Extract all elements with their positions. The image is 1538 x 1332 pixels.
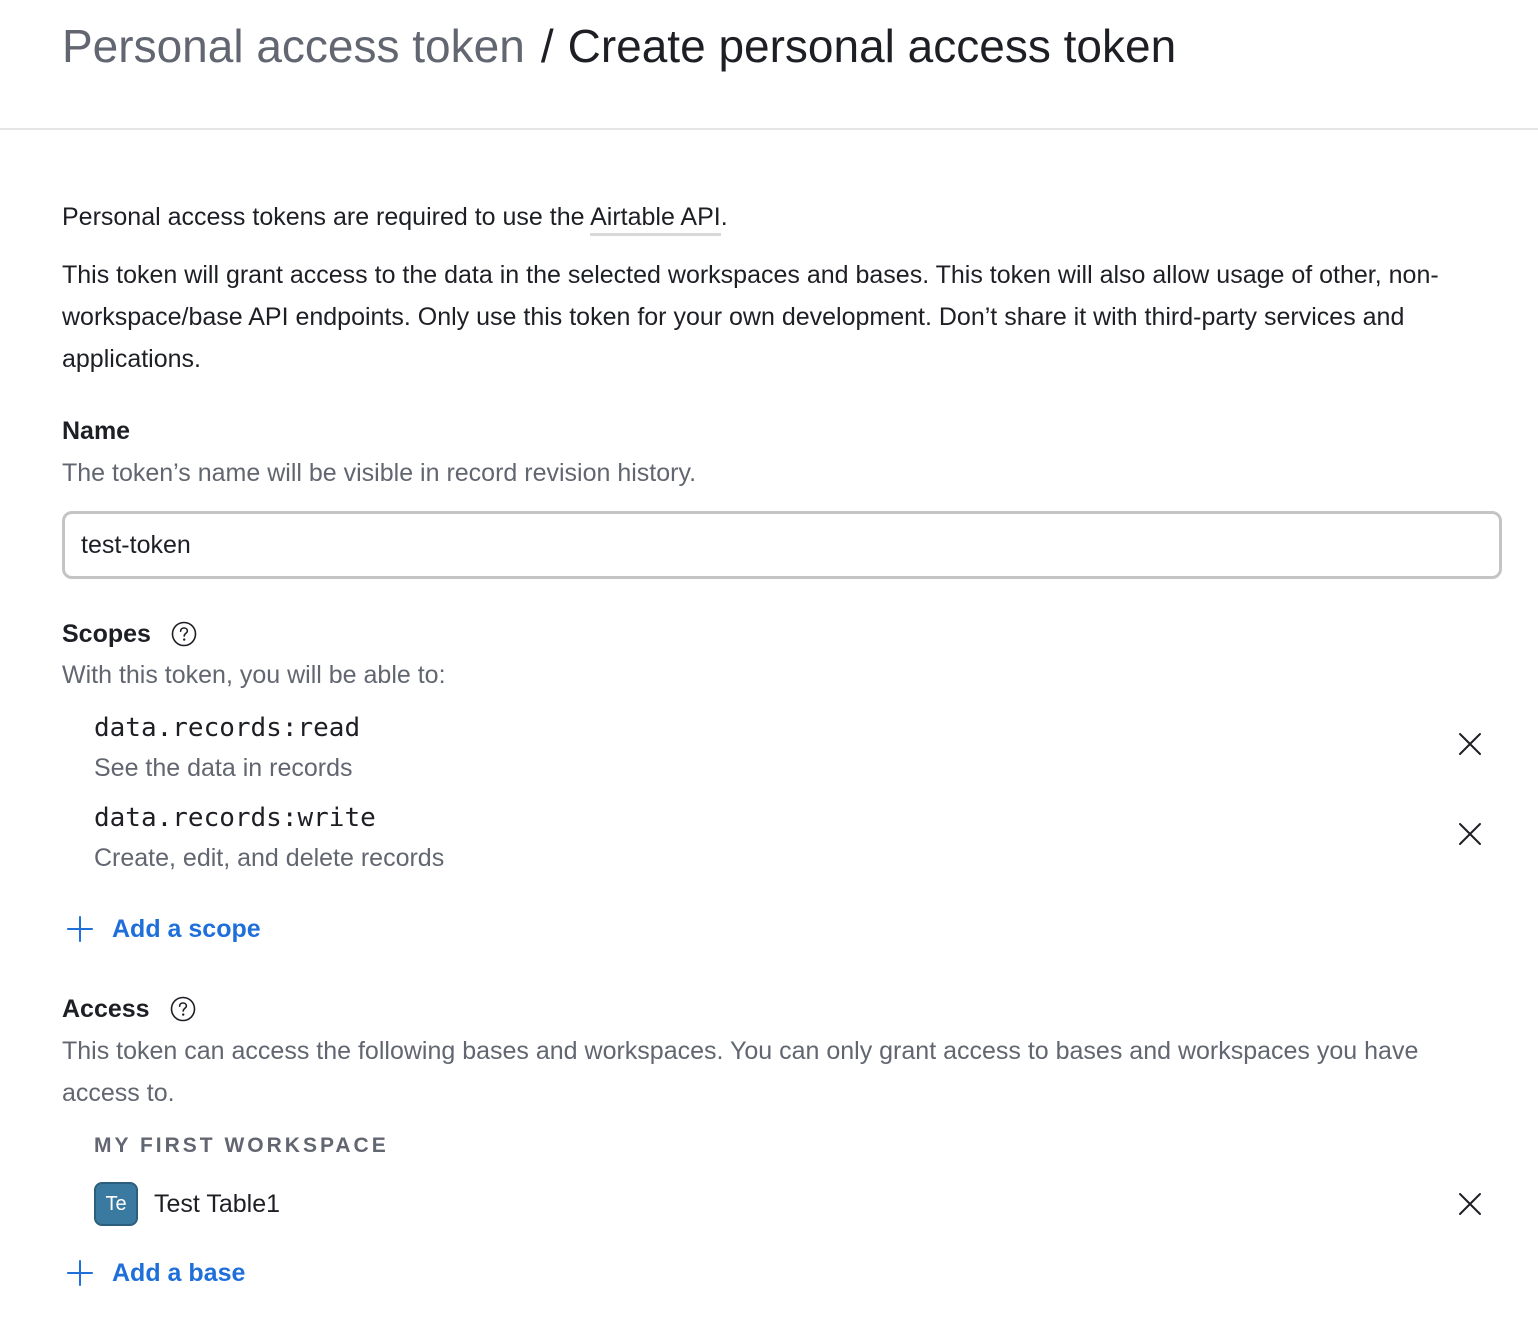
scope-item-write: data.records:write Create, edit, and del… [94,802,1482,882]
intro-prefix: Personal access tokens are required to u… [62,203,591,231]
access-label-text: Access [62,995,150,1023]
breadcrumb-parent-link[interactable]: Personal access token [62,20,525,72]
page-header: Personal access token / Create personal ac… [0,0,1538,130]
token-name-input[interactable] [62,511,1502,579]
add-scope-label: Add a scope [112,915,261,943]
add-base-button[interactable]: Add a base [62,1257,245,1289]
workspace-label: MY FIRST WORKSPACE [94,1134,389,1157]
page-title: Create personal access token [567,20,1177,72]
scope-item-read: data.records:read See the data in record… [94,712,1482,792]
scopes-label: Scopes [62,618,197,650]
remove-scope-read-close-icon[interactable] [1456,730,1484,758]
add-scope-button[interactable]: Add a scope [62,913,261,945]
scope-name: data.records:write [94,803,376,833]
base-avatar: Te [94,1182,138,1226]
scopes-hint: With this token, you will be able to: [62,661,446,689]
base-item: Te Test Table1 [94,1181,1482,1227]
airtable-api-link[interactable]: Airtable API [590,203,721,236]
name-hint: The token’s name will be visible in reco… [62,459,697,487]
access-label: Access [62,993,196,1025]
intro-suffix: . [720,203,728,231]
scope-description: See the data in records [94,754,353,782]
plus-icon [67,1260,93,1286]
breadcrumb-separator: / [540,20,554,72]
base-name: Test Table1 [154,1189,281,1218]
scopes-help-icon[interactable] [171,621,197,647]
intro-text: Personal access tokens are required to u… [62,196,728,238]
plus-icon [67,916,93,942]
scope-name: data.records:read [94,713,361,743]
breadcrumb: Personal access token / Create personal ac… [62,18,1176,74]
add-base-label: Add a base [112,1259,246,1287]
name-label-text: Name [62,417,131,445]
access-help-icon[interactable] [170,996,196,1022]
remove-scope-write-close-icon[interactable] [1456,820,1484,848]
intro-description: This token will grant access to the data… [62,261,1439,373]
remove-base-close-icon[interactable] [1456,1190,1484,1218]
access-hint: This token can access the following base… [62,1037,1419,1107]
scope-description: Create, edit, and delete records [94,844,445,872]
scopes-label-text: Scopes [62,620,151,648]
name-label: Name [62,415,130,447]
